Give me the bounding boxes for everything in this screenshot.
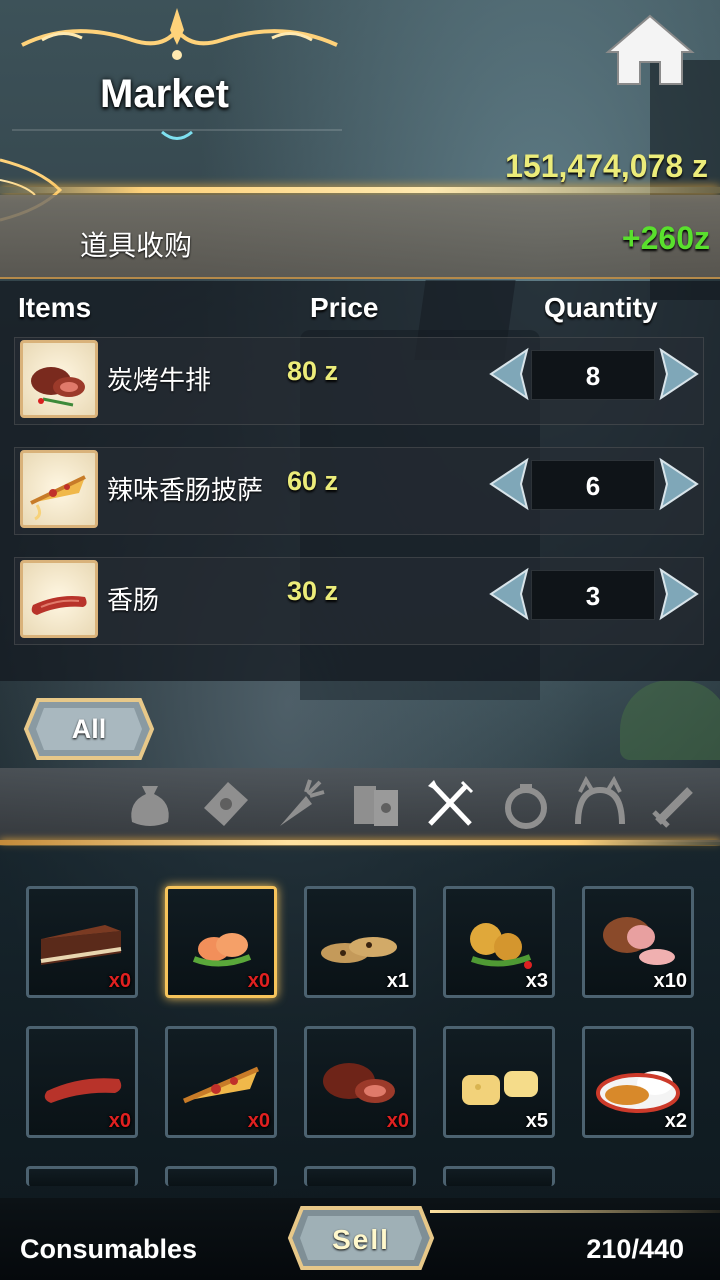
item-count: x0 xyxy=(247,970,270,992)
item-count: x0 xyxy=(386,1110,409,1132)
table-row: 炭烤牛排 80 z 8 xyxy=(14,337,704,425)
inventory-slot[interactable]: x0 xyxy=(304,1026,416,1138)
item-name: 香肠 xyxy=(107,585,160,615)
increase-arrow-icon[interactable] xyxy=(657,346,701,402)
pizza-slice-icon xyxy=(20,450,98,528)
ring-icon[interactable] xyxy=(498,776,554,832)
item-count: x3 xyxy=(525,970,548,992)
buy-total: +260z xyxy=(621,220,710,256)
quantity-field[interactable]: 8 xyxy=(531,350,655,400)
item-name: 炭烤牛排 xyxy=(107,365,212,395)
category-divider xyxy=(0,840,720,845)
bag-icon[interactable] xyxy=(122,776,178,832)
grilled-steak-icon xyxy=(20,340,98,418)
item-count: x10 xyxy=(653,970,687,992)
card-icon[interactable] xyxy=(198,776,254,832)
inventory-slot[interactable]: x1 xyxy=(304,886,416,998)
home-icon[interactable] xyxy=(604,12,696,88)
inventory-slot[interactable]: x0 xyxy=(26,1026,138,1138)
quantity-value: 3 xyxy=(585,581,601,611)
inventory-slot[interactable] xyxy=(304,1166,416,1186)
item-count: x0 xyxy=(108,1110,131,1132)
inventory-slot[interactable]: x0 xyxy=(165,886,277,998)
table-row: 辣味香肠披萨 60 z 6 xyxy=(14,447,704,535)
increase-arrow-icon[interactable] xyxy=(657,566,701,622)
sword-icon[interactable] xyxy=(648,776,704,832)
item-price: 30 z xyxy=(287,576,339,606)
page-title: Market xyxy=(100,72,229,116)
headband-icon[interactable] xyxy=(572,776,628,832)
bottom-divider xyxy=(430,1210,720,1213)
book-icon[interactable] xyxy=(348,776,404,832)
decrease-arrow-icon[interactable] xyxy=(487,346,531,402)
increase-arrow-icon[interactable] xyxy=(657,456,701,512)
inventory-category-label: Consumables xyxy=(20,1234,198,1264)
inventory-slot[interactable]: x0 xyxy=(165,1026,277,1138)
column-header-items: Items xyxy=(18,292,92,323)
item-count: x2 xyxy=(664,1110,687,1132)
inventory-slot[interactable] xyxy=(165,1166,277,1186)
inventory-slot[interactable]: x0 xyxy=(26,886,138,998)
inventory-slot[interactable]: x5 xyxy=(443,1026,555,1138)
item-price: 80 z xyxy=(287,356,339,386)
zeny-balance: 151,474,078 z xyxy=(505,148,708,184)
inventory-capacity: 210/440 xyxy=(586,1234,684,1264)
decrease-arrow-icon[interactable] xyxy=(487,456,531,512)
quantity-value: 6 xyxy=(585,471,601,501)
inventory-slot[interactable]: x10 xyxy=(582,886,694,998)
item-count: x1 xyxy=(386,970,409,992)
quantity-value: 8 xyxy=(585,361,601,391)
item-price: 60 z xyxy=(287,466,339,496)
all-filter-button[interactable]: All xyxy=(22,694,156,764)
sell-button[interactable]: Sell xyxy=(286,1204,436,1272)
quantity-field[interactable]: 3 xyxy=(531,570,655,620)
all-filter-label: All xyxy=(71,714,107,744)
header-divider xyxy=(0,187,720,193)
inventory-slot[interactable]: x2 xyxy=(582,1026,694,1138)
sell-label: Sell xyxy=(332,1224,390,1255)
item-count: x0 xyxy=(108,970,131,992)
quantity-field[interactable]: 6 xyxy=(531,460,655,510)
item-name: 辣味香肠披萨 xyxy=(107,475,264,505)
inventory-slot[interactable]: x3 xyxy=(443,886,555,998)
inventory-slot[interactable] xyxy=(26,1166,138,1186)
carrot-icon[interactable] xyxy=(272,776,328,832)
sausage-icon xyxy=(20,560,98,638)
decrease-arrow-icon[interactable] xyxy=(487,566,531,622)
buy-label: 道具收购 xyxy=(80,230,193,261)
item-count: x0 xyxy=(247,1110,270,1132)
column-header-quantity: Quantity xyxy=(544,292,658,323)
item-count: x5 xyxy=(525,1110,548,1132)
table-row: 香肠 30 z 3 xyxy=(14,557,704,645)
inventory-slot[interactable] xyxy=(443,1166,555,1186)
column-header-price: Price xyxy=(310,292,379,323)
fork-knife-icon[interactable] xyxy=(422,776,478,832)
